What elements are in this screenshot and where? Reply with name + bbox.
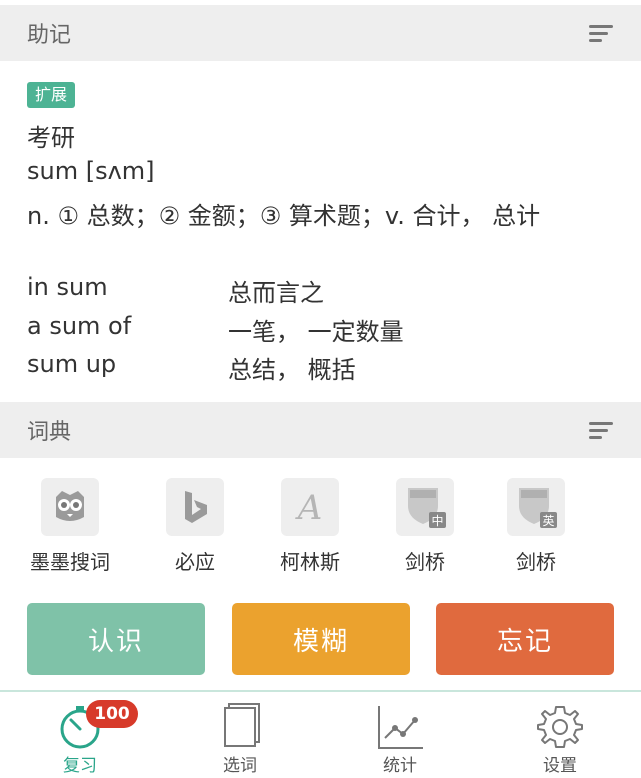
line-chart-icon (378, 706, 423, 749)
bing-icon (166, 478, 224, 536)
cambridge-sub-label: 英 (542, 514, 554, 528)
tab-label: 统计 (383, 756, 417, 776)
book-icon (224, 703, 260, 747)
dict-label: 剑桥 (516, 550, 556, 574)
gear-icon (537, 706, 583, 748)
tab-review[interactable]: 100 复习 (0, 692, 160, 778)
cambridge-sub-label: 中 (431, 513, 443, 528)
tab-settings[interactable]: 设置 (480, 692, 640, 778)
sort-menu-icon[interactable] (589, 25, 613, 43)
svg-text:A: A (295, 488, 323, 527)
phrase-en: a sum of (27, 312, 132, 340)
cambridge-zh-icon: 中 (396, 478, 454, 536)
vague-button[interactable]: 模糊 (232, 603, 410, 675)
dictionary-header: 词典 (0, 402, 641, 458)
dict-label: 剑桥 (405, 550, 445, 574)
owl-icon (41, 478, 99, 536)
dict-item-cambridge-zh[interactable]: 中 剑桥 (385, 478, 465, 575)
tab-select[interactable]: 选词 (160, 692, 320, 778)
tab-label: 选词 (223, 756, 257, 776)
know-button[interactable]: 认识 (27, 603, 205, 675)
dict-item-bing[interactable]: 必应 (155, 478, 235, 575)
word-phonetic: sum [sʌm] (27, 157, 155, 185)
tab-stats[interactable]: 统计 (320, 692, 480, 778)
tab-label: 设置 (543, 756, 577, 776)
cambridge-en-icon: 英 (507, 478, 565, 536)
dict-item-momo[interactable]: 墨墨搜词 (30, 478, 110, 575)
tab-label: 复习 (63, 756, 97, 776)
phrase-en: in sum (27, 273, 108, 301)
review-count-badge: 100 (86, 700, 138, 728)
exam-category: 考研 (27, 124, 75, 152)
phrase-zh: 一笔， 一定数量 (228, 318, 404, 346)
bottom-tab-bar: 100 复习 选词 统计 设置 (0, 690, 641, 778)
mnemonic-header: 助记 (0, 5, 641, 61)
word-definition: n. ① 总数；② 金额；③ 算术题；v. 合计， 总计 (27, 202, 541, 230)
mnemonic-title: 助记 (27, 23, 72, 48)
dict-item-cambridge-en[interactable]: 英 剑桥 (496, 478, 576, 575)
extension-tag: 扩展 (27, 82, 76, 108)
forget-button[interactable]: 忘记 (436, 603, 614, 675)
dict-label: 必应 (175, 550, 215, 574)
phrase-en: sum up (27, 350, 117, 378)
collins-icon: A (281, 478, 339, 536)
phrase-zh: 总结， 概括 (228, 356, 356, 384)
dict-item-collins[interactable]: A 柯林斯 (270, 478, 350, 575)
sort-menu-icon[interactable] (589, 422, 613, 440)
dict-label: 柯林斯 (280, 550, 340, 574)
dict-label: 墨墨搜词 (30, 550, 110, 574)
dictionary-title: 词典 (27, 420, 72, 445)
phrase-zh: 总而言之 (228, 279, 324, 307)
